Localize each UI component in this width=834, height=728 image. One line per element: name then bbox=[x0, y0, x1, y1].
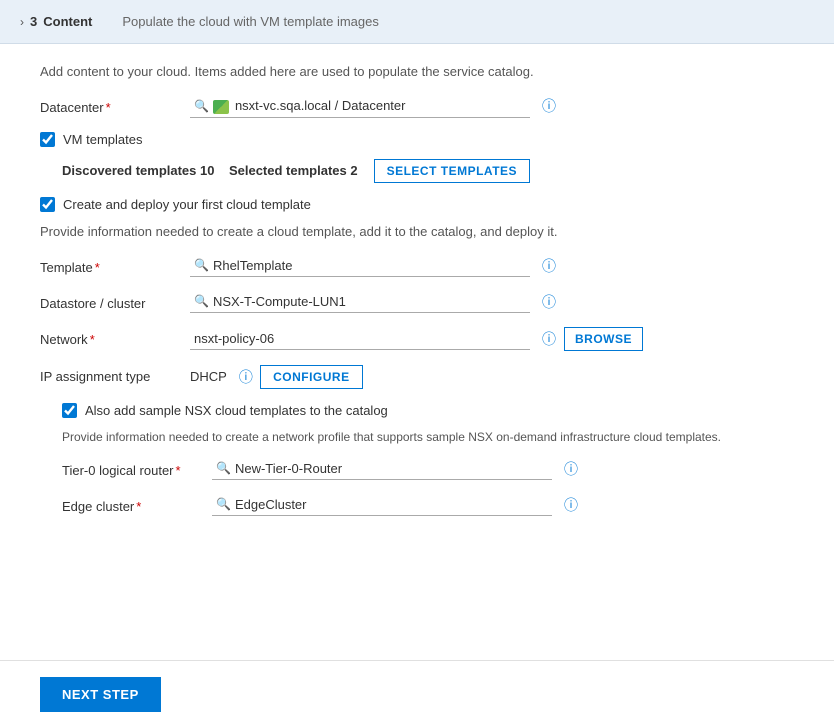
edge-input[interactable]: 🔍 EdgeCluster bbox=[212, 494, 552, 516]
edge-row: Edge cluster* 🔍 EdgeCluster ⓘ bbox=[62, 494, 794, 516]
create-deploy-checkbox-row: Create and deploy your first cloud templ… bbox=[40, 197, 794, 212]
network-row: Network* nsxt-policy-06 ⓘ BROWSE bbox=[40, 327, 794, 351]
template-control: 🔍 RhelTemplate ⓘ bbox=[190, 255, 794, 277]
configure-button[interactable]: CONFIGURE bbox=[260, 365, 363, 389]
vm-templates-checkbox[interactable] bbox=[40, 132, 55, 147]
create-deploy-checkbox[interactable] bbox=[40, 197, 55, 212]
edge-label: Edge cluster* bbox=[62, 494, 212, 514]
datastore-value: NSX-T-Compute-LUN1 bbox=[213, 294, 526, 309]
datastore-row: Datastore / cluster 🔍 NSX-T-Compute-LUN1… bbox=[40, 291, 794, 313]
template-search-icon: 🔍 bbox=[194, 258, 209, 272]
network-label: Network* bbox=[40, 327, 190, 347]
datastore-input[interactable]: 🔍 NSX-T-Compute-LUN1 bbox=[190, 291, 530, 313]
edge-control: 🔍 EdgeCluster ⓘ bbox=[212, 494, 794, 516]
template-value: RhelTemplate bbox=[213, 258, 526, 273]
main-content: Add content to your cloud. Items added h… bbox=[0, 44, 834, 660]
network-control: nsxt-policy-06 ⓘ BROWSE bbox=[190, 327, 794, 351]
create-deploy-label[interactable]: Create and deploy your first cloud templ… bbox=[63, 197, 311, 212]
browse-button[interactable]: BROWSE bbox=[564, 327, 643, 351]
template-label: Template* bbox=[40, 255, 190, 275]
nsx-section: Also add sample NSX cloud templates to t… bbox=[62, 403, 794, 516]
edge-value: EdgeCluster bbox=[235, 497, 548, 512]
nsx-description: Provide information needed to create a n… bbox=[62, 430, 722, 444]
network-info-icon[interactable]: ⓘ bbox=[542, 329, 556, 349]
vm-templates-checkbox-row: VM templates bbox=[40, 132, 794, 147]
next-step-button[interactable]: NEXT STEP bbox=[40, 677, 161, 712]
datacenter-info-icon[interactable]: ⓘ bbox=[542, 96, 556, 116]
search-icon: 🔍 bbox=[194, 99, 209, 113]
edge-search-icon: 🔍 bbox=[216, 497, 231, 511]
datacenter-input[interactable]: 🔍 nsxt-vc.sqa.local / Datacenter bbox=[190, 95, 530, 118]
ip-assignment-value: DHCP bbox=[190, 369, 227, 384]
tier0-search-icon: 🔍 bbox=[216, 461, 231, 475]
datastore-control: 🔍 NSX-T-Compute-LUN1 ⓘ bbox=[190, 291, 794, 313]
ip-assignment-row: IP assignment type DHCP ⓘ CONFIGURE bbox=[40, 365, 794, 389]
selected-count: 2 bbox=[350, 163, 357, 178]
datacenter-value: nsxt-vc.sqa.local / Datacenter bbox=[235, 98, 526, 113]
page-description: Add content to your cloud. Items added h… bbox=[40, 64, 794, 79]
ip-info-icon[interactable]: ⓘ bbox=[239, 367, 253, 387]
select-templates-button[interactable]: SELECT TEMPLATES bbox=[374, 159, 530, 183]
template-row: Template* 🔍 RhelTemplate ⓘ bbox=[40, 255, 794, 277]
network-input[interactable]: nsxt-policy-06 bbox=[190, 328, 530, 350]
tier0-value: New-Tier-0-Router bbox=[235, 461, 548, 476]
network-value: nsxt-policy-06 bbox=[194, 331, 526, 346]
datastore-search-icon: 🔍 bbox=[194, 294, 209, 308]
tier0-row: Tier-0 logical router* 🔍 New-Tier-0-Rout… bbox=[62, 458, 794, 480]
step-subtitle: Populate the cloud with VM template imag… bbox=[122, 14, 379, 29]
step-number: 3 bbox=[30, 14, 37, 29]
templates-stats-row: Discovered templates 10 Selected templat… bbox=[62, 159, 794, 183]
vm-templates-label[interactable]: VM templates bbox=[63, 132, 142, 147]
page-footer: NEXT STEP bbox=[0, 660, 834, 728]
create-deploy-description: Provide information needed to create a c… bbox=[40, 224, 794, 239]
step-label: Content bbox=[43, 14, 92, 29]
tier0-control: 🔍 New-Tier-0-Router ⓘ bbox=[212, 458, 794, 480]
datacenter-vm-icon bbox=[213, 98, 231, 114]
chevron-icon: › bbox=[20, 15, 24, 29]
edge-info-icon[interactable]: ⓘ bbox=[564, 495, 578, 515]
step-header: › 3 Content Populate the cloud with VM t… bbox=[0, 0, 834, 44]
datacenter-label: Datacenter* bbox=[40, 95, 190, 115]
datacenter-row: Datacenter* 🔍 nsxt-vc.sqa.local / Datace… bbox=[40, 95, 794, 118]
datastore-info-icon[interactable]: ⓘ bbox=[542, 292, 556, 312]
tier0-input[interactable]: 🔍 New-Tier-0-Router bbox=[212, 458, 552, 480]
datacenter-control: 🔍 nsxt-vc.sqa.local / Datacenter ⓘ bbox=[190, 95, 794, 118]
discovered-count: 10 bbox=[200, 163, 214, 178]
datastore-label: Datastore / cluster bbox=[40, 291, 190, 311]
template-info-icon[interactable]: ⓘ bbox=[542, 256, 556, 276]
tier0-label: Tier-0 logical router* bbox=[62, 458, 212, 478]
nsx-label[interactable]: Also add sample NSX cloud templates to t… bbox=[85, 403, 388, 418]
ip-assignment-label: IP assignment type bbox=[40, 369, 190, 384]
nsx-checkbox-row: Also add sample NSX cloud templates to t… bbox=[62, 403, 794, 418]
template-input[interactable]: 🔍 RhelTemplate bbox=[190, 255, 530, 277]
nsx-checkbox[interactable] bbox=[62, 403, 77, 418]
tier0-info-icon[interactable]: ⓘ bbox=[564, 459, 578, 479]
discovered-templates-info: Discovered templates 10 Selected templat… bbox=[62, 163, 358, 178]
